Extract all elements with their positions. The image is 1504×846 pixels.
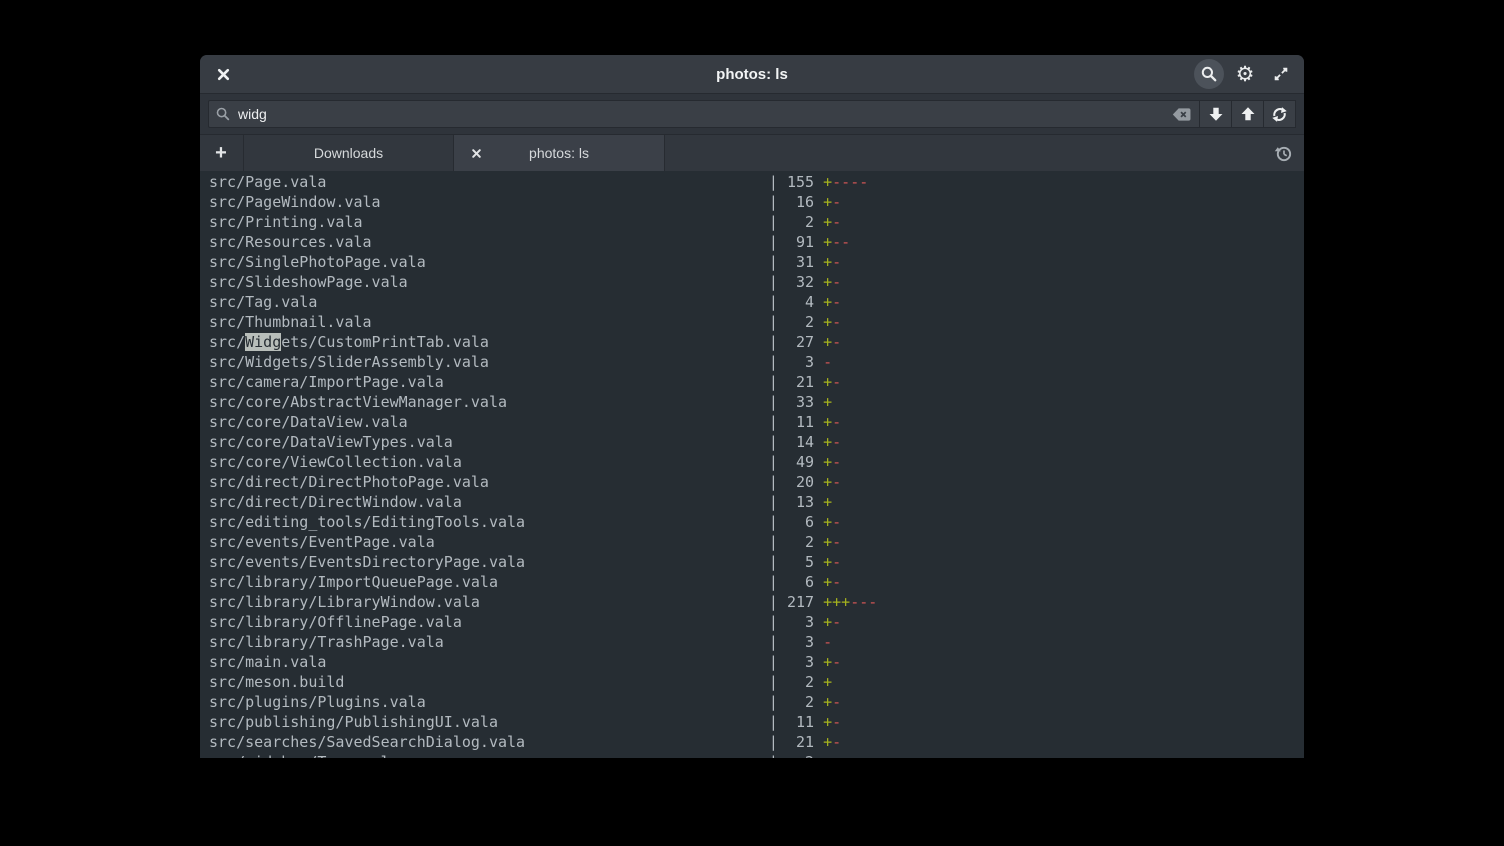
diffstat-row: src/events/EventsDirectoryPage.vala | 5 … [209,552,1304,572]
search-icon [1200,65,1218,83]
new-tab-button[interactable]: + [206,135,236,171]
tab-label: Downloads [314,145,383,161]
diffstat-row: src/meson.build | 2 + [209,672,1304,692]
previous-match-button[interactable] [1231,100,1264,128]
diffstat-row: src/core/AbstractViewManager.vala | 33 + [209,392,1304,412]
diffstat-row: src/camera/ImportPage.vala | 21 +- [209,372,1304,392]
arrow-down-icon [1207,105,1225,123]
tab-close-button[interactable] [466,143,486,163]
diffstat-row: src/editing_tools/EditingTools.vala | 6 … [209,512,1304,532]
wrap-search-button[interactable] [1263,100,1296,128]
window-title: photos: ls [200,66,1304,83]
diffstat-row: src/sidebar/Tree.vala | 2 + [209,752,1304,758]
history-icon [1274,144,1293,163]
tab-bar: + Downloads photos: ls [200,134,1304,171]
diffstat-row: src/core/DataViewTypes.vala | 14 +- [209,432,1304,452]
search-nav-buttons [1200,100,1296,128]
diffstat-row: src/searches/SavedSearchDialog.vala | 21… [209,732,1304,752]
diffstat-row: src/Widgets/SliderAssembly.vala | 3 - [209,352,1304,372]
tab-photos-ls[interactable]: photos: ls [454,135,665,171]
terminal-window: photos: ls ⚙ [200,55,1304,758]
diffstat-row: src/SinglePhotoPage.vala | 31 +- [209,252,1304,272]
diffstat-row: src/events/EventPage.vala | 2 +- [209,532,1304,552]
diffstat-row: src/Resources.vala | 91 +-- [209,232,1304,252]
diffstat-row: src/Tag.vala | 4 +- [209,292,1304,312]
search-toggle-button[interactable] [1194,59,1224,89]
diffstat-row: src/direct/DirectPhotoPage.vala | 20 +- [209,472,1304,492]
diffstat-row: src/Printing.vala | 2 +- [209,212,1304,232]
terminal-output[interactable]: src/Page.vala | 155 +----src/PageWindow.… [200,171,1304,758]
search-query-text: widg [238,106,1162,122]
diffstat-row: src/Thumbnail.vala | 2 +- [209,312,1304,332]
session-history-button[interactable] [1268,138,1298,168]
diffstat-row: src/core/DataView.vala | 11 +- [209,412,1304,432]
clear-search-button[interactable] [1169,104,1193,124]
search-bar: widg [200,93,1304,134]
diffstat-row: src/main.vala | 3 +- [209,652,1304,672]
tab-label: photos: ls [529,145,589,161]
fullscreen-button[interactable] [1266,59,1296,89]
diffstat-row: src/core/ViewCollection.vala | 49 +- [209,452,1304,472]
diffstat-row: src/publishing/PublishingUI.vala | 11 +- [209,712,1304,732]
settings-button[interactable]: ⚙ [1230,59,1260,89]
cycle-icon [1270,105,1289,124]
expand-icon [1272,65,1290,83]
search-entry-icon [215,106,231,122]
titlebar[interactable]: photos: ls ⚙ [200,55,1304,93]
titlebar-actions: ⚙ [1194,59,1296,89]
diffstat-row: src/library/OfflinePage.vala | 3 +- [209,612,1304,632]
diffstat-row: src/Page.vala | 155 +---- [209,172,1304,192]
next-match-button[interactable] [1199,100,1232,128]
close-icon [216,67,231,82]
diffstat-row: src/Widgets/CustomPrintTab.vala | 27 +- [209,332,1304,352]
diffstat-row: src/SlideshowPage.vala | 32 +- [209,272,1304,292]
window-close-button[interactable] [208,59,238,89]
diffstat-row: src/library/ImportQueuePage.vala | 6 +- [209,572,1304,592]
search-input[interactable]: widg [208,100,1200,128]
diffstat-row: src/plugins/Plugins.vala | 2 +- [209,692,1304,712]
diffstat-row: src/library/TrashPage.vala | 3 - [209,632,1304,652]
diffstat-row: src/PageWindow.vala | 16 +- [209,192,1304,212]
backspace-icon [1171,106,1192,123]
arrow-up-icon [1239,105,1257,123]
diffstat-row: src/direct/DirectWindow.vala | 13 + [209,492,1304,512]
diffstat-row: src/library/LibraryWindow.vala | 217 +++… [209,592,1304,612]
tab-downloads[interactable]: Downloads [243,135,454,171]
gear-icon: ⚙ [1236,64,1255,85]
plus-icon: + [215,142,227,165]
tab-close-icon [471,148,482,159]
